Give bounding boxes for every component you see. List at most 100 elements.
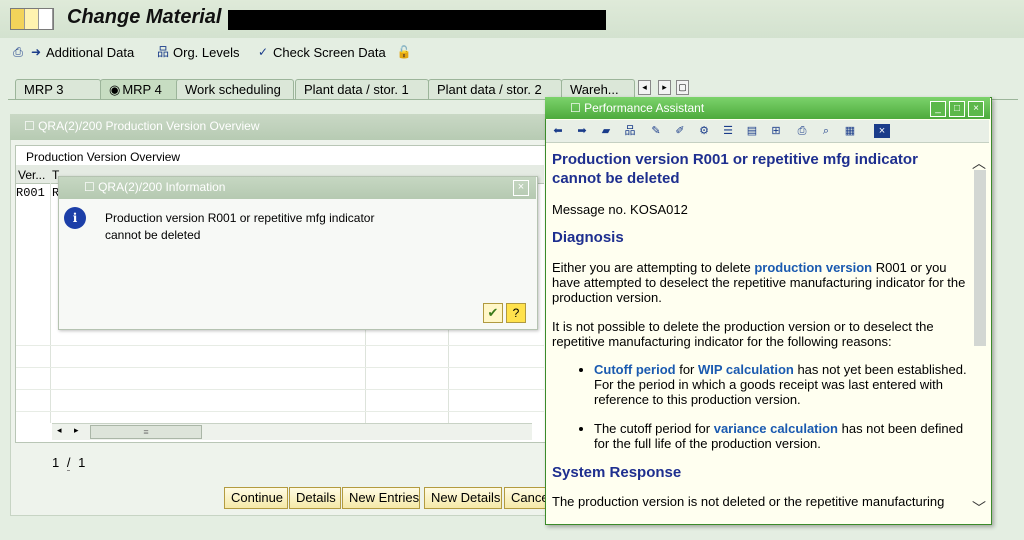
org-hierarchy-icon: 品: [156, 45, 169, 59]
system-response-text: The production version is not deleted or…: [552, 494, 945, 509]
row-divider: [16, 411, 544, 412]
list-icon[interactable]: ☰: [720, 124, 736, 138]
overview-title: ☐ QRA(2)/200 Production Version Overview: [24, 119, 260, 133]
row-divider: [16, 345, 544, 346]
page-separator: /: [66, 455, 71, 471]
information-dialog-title: ☐ QRA(2)/200 Information: [84, 180, 225, 194]
link-cutoff-period[interactable]: Cutoff period: [594, 362, 676, 377]
overview-title-text: QRA(2)/200 Production Version Overview: [38, 119, 260, 133]
reasons-list: Cutoff period for WIP calculation has no…: [552, 362, 967, 451]
tab-label: MRP 4: [122, 82, 162, 97]
text: Either you are attempting to delete: [552, 260, 755, 275]
tab-mrp3[interactable]: MRP 3: [15, 79, 101, 100]
page-total: 1: [78, 455, 86, 470]
scroll-left-icon[interactable]: ◂: [57, 425, 62, 436]
reason-item: The cutoff period for variance calculati…: [594, 421, 967, 451]
org-levels-label: Org. Levels: [173, 44, 240, 60]
info-icon: i: [64, 207, 86, 229]
org-levels-button[interactable]: 品 Org. Levels: [155, 44, 240, 60]
details-button[interactable]: Details: [289, 487, 341, 509]
performance-assistant-title-text: Performance Assistant: [584, 101, 705, 115]
new-entries-button[interactable]: New Entries: [342, 487, 420, 509]
scroll-up-icon[interactable]: ︿: [972, 153, 986, 173]
link-wip-calculation[interactable]: WIP calculation: [698, 362, 794, 377]
link-variance-calculation[interactable]: variance calculation: [714, 421, 838, 436]
hierarchy-icon[interactable]: ⊞: [768, 124, 784, 138]
redacted-bar: [228, 10, 606, 30]
tab-plant-data-1[interactable]: Plant data / stor. 1: [295, 79, 429, 100]
page-current: 1: [52, 455, 60, 470]
tab-scroll-left-button[interactable]: ◂: [638, 80, 651, 95]
additional-data-button[interactable]: ⎙ ➜ Additional Data: [10, 44, 134, 60]
edit-icon: ☐: [84, 180, 99, 194]
bookmark-icon[interactable]: ▦: [842, 124, 858, 138]
diagnosis-heading: Diagnosis: [552, 229, 624, 246]
diagnosis-paragraph-2: It is not possible to delete the product…: [552, 319, 934, 349]
text: for: [675, 362, 698, 377]
new-details-button[interactable]: New Details: [424, 487, 502, 509]
continue-button[interactable]: Continue: [224, 487, 288, 509]
information-dialog: [58, 176, 538, 330]
check-screen-data-button[interactable]: ✓ Check Screen Data: [255, 44, 386, 60]
tab-list-button[interactable]: ▢: [676, 80, 689, 95]
confirm-checkmark-button[interactable]: ✔: [483, 303, 503, 323]
tab-label: Wareh...: [570, 82, 619, 97]
additional-data-label: Additional Data: [46, 44, 135, 60]
column-divider: [50, 183, 51, 423]
tab-mrp4[interactable]: ◉ MRP 4: [100, 79, 182, 100]
edit-icon: ☐: [570, 101, 585, 115]
tab-label: Plant data / stor. 2: [437, 82, 542, 97]
technical-info-icon[interactable]: ✐: [672, 124, 688, 138]
scroll-right-icon[interactable]: ▸: [74, 425, 79, 436]
system-response-heading: System Response: [552, 464, 682, 481]
scroll-thumb[interactable]: [974, 170, 986, 346]
back-arrow-icon[interactable]: ⬅: [550, 124, 566, 138]
find-icon[interactable]: ⌕: [818, 124, 834, 138]
column-header-version[interactable]: Ver...: [18, 168, 45, 182]
performance-assistant-title: ☐ Performance Assistant: [570, 101, 704, 115]
tab-plant-data-2[interactable]: Plant data / stor. 2: [428, 79, 562, 100]
edit-icon: ☐: [24, 119, 39, 133]
help-content: Production version R001 or repetitive mf…: [552, 150, 967, 520]
information-message: Production version R001 or repetitive mf…: [105, 211, 375, 242]
pager: 1 / 1: [52, 455, 86, 471]
table-cell-version[interactable]: R001: [16, 186, 45, 200]
link-production-version[interactable]: production version: [754, 260, 872, 275]
text: The cutoff period for: [594, 421, 714, 436]
print-icon[interactable]: ⎙: [794, 124, 810, 138]
edit-note-icon[interactable]: ✎: [648, 124, 664, 138]
minimize-icon[interactable]: _: [930, 101, 946, 117]
close-icon[interactable]: ×: [874, 124, 890, 138]
close-icon[interactable]: ×: [513, 180, 529, 196]
table-title: Production Version Overview: [26, 150, 181, 164]
print-icon: ⎙: [13, 45, 23, 59]
scroll-down-icon[interactable]: ﹀: [972, 498, 986, 518]
help-heading: Production version R001 or repetitive mf…: [552, 151, 918, 187]
message-number: Message no. KOSA012: [552, 202, 688, 217]
close-icon[interactable]: ×: [968, 101, 984, 117]
app-menu-icon[interactable]: [10, 8, 54, 30]
reason-item: Cutoff period for WIP calculation has no…: [594, 362, 967, 407]
structure-icon[interactable]: 品: [622, 124, 638, 138]
settings-icon[interactable]: ⚙: [696, 124, 712, 138]
tab-work-scheduling[interactable]: Work scheduling: [176, 79, 294, 100]
help-button[interactable]: ?: [506, 303, 526, 323]
check-icon: ✓: [257, 45, 269, 59]
arrow-right-icon: ➜: [30, 45, 42, 59]
tab-label: Plant data / stor. 1: [304, 82, 409, 97]
lock-icon: 🔓: [396, 45, 412, 59]
row-divider: [16, 389, 544, 390]
lock-button[interactable]: 🔓: [396, 44, 414, 60]
tab-label: MRP 3: [24, 82, 64, 97]
tab-scroll-right-button[interactable]: ▸: [658, 80, 671, 95]
row-divider: [16, 367, 544, 368]
scroll-thumb[interactable]: ≡: [90, 425, 202, 439]
target-icon: ◉: [109, 82, 121, 97]
window-icon[interactable]: ▤: [744, 124, 760, 138]
book-icon[interactable]: ▰: [598, 124, 614, 138]
diagnosis-paragraph-1: Either you are attempting to delete prod…: [552, 260, 967, 305]
check-screen-data-label: Check Screen Data: [273, 44, 386, 60]
maximize-icon[interactable]: □: [949, 101, 965, 117]
information-dialog-title-text: QRA(2)/200 Information: [98, 180, 226, 194]
forward-arrow-icon[interactable]: ➡: [574, 124, 590, 138]
